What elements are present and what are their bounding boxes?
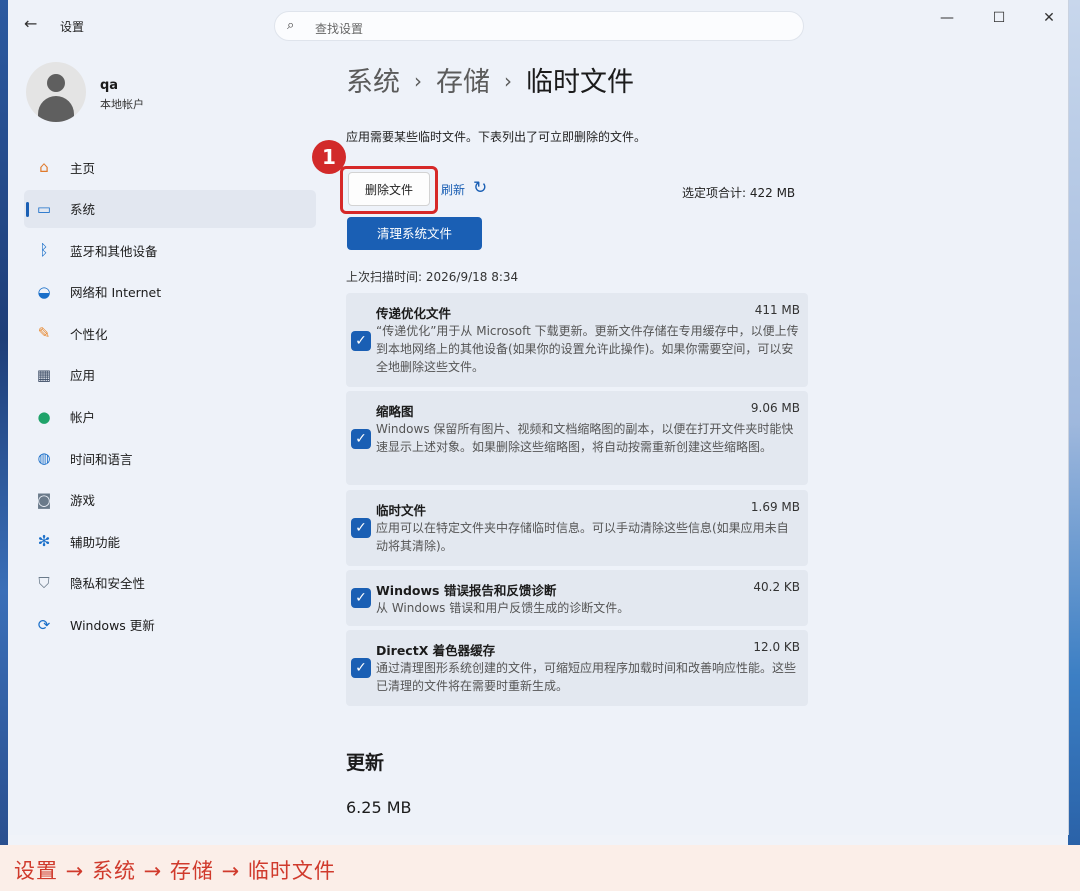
sidebar-item[interactable]: ◙ 游戏	[24, 481, 316, 519]
desktop-background-left	[0, 0, 8, 845]
file-category-item: ✓ Windows 错误报告和反馈诊断 40.2 KB 从 Windows 错误和用户…	[346, 570, 808, 626]
sidebar-item-label: 辅助功能	[70, 534, 121, 550]
sidebar-item[interactable]: ◒ 网络和 Internet	[24, 273, 316, 311]
file-category-item: ✓ 临时文件 1.69 MB 应用可以在特定文件夹中存储临时信息。可以手动清除这些信息…	[346, 490, 808, 566]
brush-icon: ✎	[37, 324, 51, 343]
clean-system-files-button[interactable]: 清理系统文件	[347, 217, 482, 250]
shield-icon: ⛉	[38, 573, 50, 592]
bluetooth-icon: ᛒ	[39, 241, 49, 260]
maximize-icon[interactable]: ☐	[984, 10, 1014, 26]
sidebar-item-label: 主页	[70, 160, 96, 176]
user-name: qa	[100, 78, 119, 93]
title-bar: ← 设置 ⌕ 查找设置 — ☐ ✕	[8, 0, 1068, 48]
last-scan-time: 上次扫描时间: 2026/9/18 8:34	[346, 270, 519, 284]
breadcrumb: 系统 › 存储 › 临时文件	[346, 60, 634, 99]
file-category-description: 应用可以在特定文件夹中存储临时信息。可以手动清除这些信息(如果应用未自动将其清除…	[376, 521, 789, 553]
update-icon: ⟳	[37, 615, 51, 634]
sidebar-item-label: 游戏	[70, 493, 96, 509]
sidebar-item-label: 网络和 Internet	[70, 285, 162, 301]
refresh-button[interactable]: 刷新	[441, 181, 465, 198]
file-category-item: ✓ DirectX 着色器缓存 12.0 KB 通过清理图形系统创建的文件，可缩短应用…	[346, 630, 808, 706]
sidebar-item[interactable]: ● 帐户	[24, 398, 316, 436]
sidebar-item-label: Windows 更新	[70, 618, 155, 634]
system-icon: ▭	[36, 199, 52, 218]
settings-window: ← 设置 ⌕ 查找设置 — ☐ ✕ qa 本地帐户 ⌂ 主页 ▭ 系统 ᛒ 蓝牙和其他设备…	[8, 0, 1069, 835]
person-icon: ●	[37, 407, 51, 426]
file-category-item: ✓ 传递优化文件 411 MB “传递优化”用于从 Microsoft 下载更新。更新…	[346, 293, 808, 387]
highlight-box	[340, 166, 438, 214]
checkbox[interactable]: ✓	[351, 658, 371, 678]
sidebar-item[interactable]: ⌂ 主页	[24, 148, 316, 186]
file-category-title: DirectX 着色器缓存	[376, 643, 496, 658]
search-icon: ⌕	[287, 18, 295, 33]
sidebar-item[interactable]: ⟳ Windows 更新	[24, 606, 316, 644]
app-title: 设置	[60, 20, 85, 34]
breadcrumb-separator: ›	[504, 69, 512, 93]
search-box[interactable]: ⌕ 查找设置	[274, 11, 804, 41]
sidebar-item-label: 蓝牙和其他设备	[70, 243, 158, 259]
checkbox[interactable]: ✓	[351, 429, 371, 449]
sidebar-item-label: 隐私和安全性	[70, 576, 146, 592]
home-icon: ⌂	[39, 158, 49, 176]
file-category-title: 缩略图	[376, 404, 414, 419]
checkbox[interactable]: ✓	[351, 331, 371, 351]
file-category-description: Windows 保留所有图片、视频和文档缩略图的副本，以便在打开文件夹时能快速显…	[376, 422, 794, 454]
file-category-description: 从 Windows 错误和用户反馈生成的诊断文件。	[376, 601, 630, 615]
file-category-size: 9.06 MB	[750, 401, 800, 415]
account-type: 本地帐户	[100, 98, 144, 111]
refresh-icon[interactable]: ↻	[473, 178, 487, 198]
sidebar-item[interactable]: ✻ 辅助功能	[24, 522, 316, 560]
breadcrumb-separator: ›	[414, 69, 422, 93]
desktop-background-right	[1068, 0, 1080, 845]
apps-icon: ▦	[36, 365, 52, 384]
sidebar-item[interactable]: ᛒ 蓝牙和其他设备	[24, 231, 316, 269]
file-category-title: 传递优化文件	[376, 306, 452, 321]
wifi-icon: ◒	[37, 282, 51, 301]
sidebar-item[interactable]: ◍ 时间和语言	[24, 439, 316, 477]
checkbox[interactable]: ✓	[351, 588, 371, 608]
file-category-description: “传递优化”用于从 Microsoft 下载更新。更新文件存储在专用缓存中，以便…	[376, 324, 799, 374]
sidebar-nav: ⌂ 主页 ▭ 系统 ᛒ 蓝牙和其他设备 ◒ 网络和 Internet ✎ 个性化 ▦ 应用 ● 帐户 ◍ 时间…	[24, 148, 316, 647]
step-badge: 1	[312, 140, 346, 174]
section-size: 6.25 MB	[346, 798, 412, 817]
page-description: 应用需要某些临时文件。下表列出了可立即删除的文件。	[346, 130, 647, 144]
section-title: 更新	[346, 752, 385, 774]
file-category-size: 40.2 KB	[753, 580, 800, 594]
sidebar-item[interactable]: ▦ 应用	[24, 356, 316, 394]
sidebar-item-label: 时间和语言	[70, 451, 133, 467]
file-category-title: 临时文件	[376, 503, 427, 518]
accessibility-icon: ✻	[37, 532, 51, 551]
file-category-size: 411 MB	[754, 303, 800, 317]
globe-clock-icon: ◍	[37, 449, 51, 468]
sidebar-item-label: 系统	[70, 202, 96, 218]
page-title: 临时文件	[526, 67, 634, 98]
avatar[interactable]	[26, 62, 86, 122]
close-icon[interactable]: ✕	[1034, 10, 1064, 26]
sidebar-item-label: 应用	[70, 368, 96, 384]
caption-text: 设置 → 系统 → 存储 → 临时文件	[14, 859, 336, 883]
sidebar-item[interactable]: ⛉ 隐私和安全性	[24, 564, 316, 602]
selected-total: 选定项合计: 422 MB	[682, 186, 796, 200]
file-category-size: 1.69 MB	[750, 500, 800, 514]
sidebar-item[interactable]: ▭ 系统	[24, 189, 316, 228]
sidebar-item-label: 帐户	[70, 410, 96, 426]
back-arrow-icon[interactable]: ←	[24, 14, 37, 33]
file-category-title: Windows 错误报告和反馈诊断	[376, 583, 557, 598]
minimize-icon[interactable]: —	[932, 10, 962, 26]
sidebar-item[interactable]: ✎ 个性化	[24, 314, 316, 352]
breadcrumb-storage[interactable]: 存储	[436, 67, 490, 98]
checkbox[interactable]: ✓	[351, 518, 371, 538]
caption-bar: 设置 → 系统 → 存储 → 临时文件	[0, 845, 1080, 891]
gamepad-icon: ◙	[36, 490, 52, 509]
breadcrumb-system[interactable]: 系统	[346, 67, 400, 98]
file-category-description: 通过清理图形系统创建的文件，可缩短应用程序加载时间和改善响应性能。这些已清理的文…	[376, 661, 797, 693]
file-category-size: 12.0 KB	[753, 640, 800, 654]
file-category-item: ✓ 缩略图 9.06 MB Windows 保留所有图片、视频和文档缩略图的副本，以便…	[346, 391, 808, 485]
search-input[interactable]: 查找设置	[315, 20, 363, 37]
sidebar-item-label: 个性化	[70, 326, 108, 342]
